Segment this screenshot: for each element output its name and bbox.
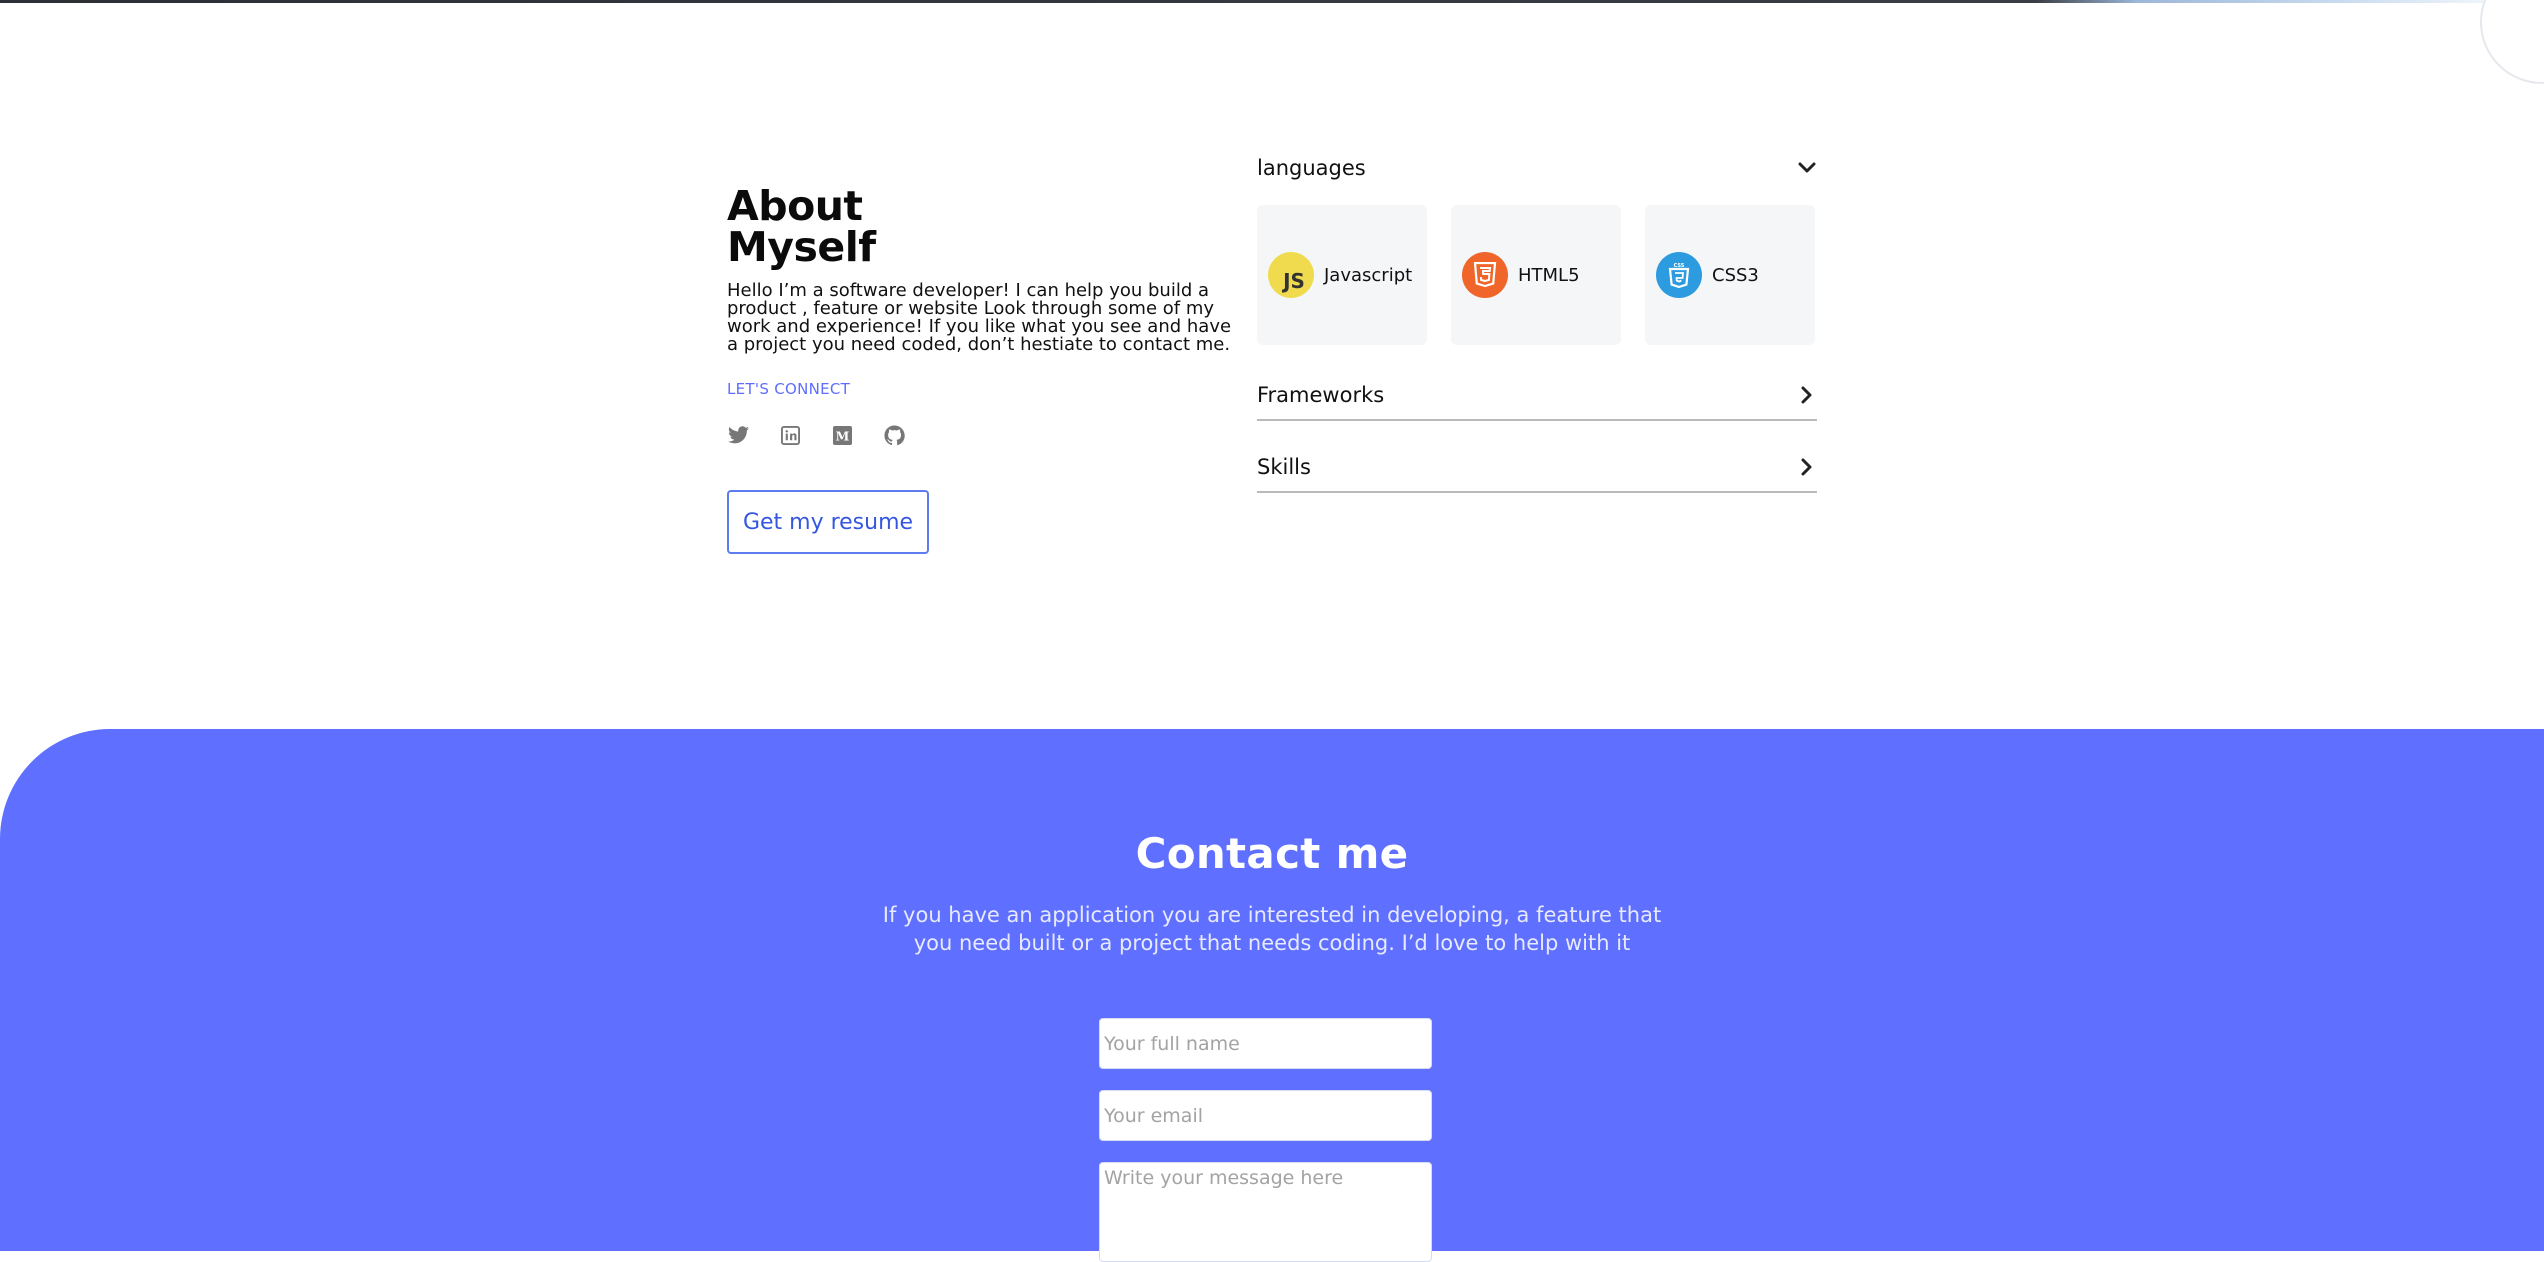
- lets-connect-label: LET'S CONNECT: [727, 380, 851, 398]
- corner-decoration: [2480, 0, 2544, 84]
- chevron-down-icon: [1797, 158, 1817, 178]
- about-title-line2: Myself: [727, 223, 876, 271]
- contact-title: Contact me: [1135, 829, 1409, 878]
- contact-subtitle: If you have an application you are inter…: [882, 903, 1662, 955]
- html5-icon: [1462, 252, 1508, 298]
- social-links: M: [727, 424, 1242, 446]
- language-card-css3: CSS CSS3: [1645, 205, 1815, 345]
- github-icon[interactable]: [883, 424, 905, 446]
- language-card-html5: HTML5: [1451, 205, 1621, 345]
- get-resume-button[interactable]: Get my resume: [727, 490, 929, 554]
- about-title-line1: About: [727, 182, 863, 230]
- accordion-header-skills[interactable]: Skills: [1257, 443, 1817, 493]
- email-input[interactable]: [1099, 1090, 1432, 1141]
- javascript-icon: JS: [1268, 252, 1314, 298]
- chevron-right-icon: [1797, 385, 1817, 405]
- language-name: CSS3: [1712, 264, 1759, 286]
- svg-text:M: M: [835, 428, 849, 443]
- accordion-label-skills: Skills: [1257, 455, 1311, 479]
- languages-list: JS Javascript HTML5 CSS CSS3: [1257, 205, 1817, 345]
- accordion-header-frameworks[interactable]: Frameworks: [1257, 371, 1817, 421]
- linkedin-icon[interactable]: [779, 424, 801, 446]
- skills-accordion: languages JS Javascript HTML5 CSS CSS3 F…: [1257, 150, 1817, 493]
- accordion-label-languages: languages: [1257, 156, 1366, 180]
- language-name: Javascript: [1324, 264, 1413, 286]
- chevron-right-icon: [1797, 457, 1817, 477]
- css3-icon: CSS: [1656, 252, 1702, 298]
- full-name-input[interactable]: [1099, 1018, 1432, 1069]
- contact-section: Contact me If you have an application yo…: [0, 729, 2544, 1262]
- about-section: About Myself Hello I’m a software develo…: [727, 186, 1242, 554]
- accordion-header-languages[interactable]: languages: [1257, 150, 1817, 186]
- about-title: About Myself: [727, 186, 1242, 268]
- language-card-javascript: JS Javascript: [1257, 205, 1427, 345]
- medium-icon[interactable]: M: [831, 424, 853, 446]
- about-description: Hello I’m a software developer! I can he…: [727, 280, 1232, 355]
- twitter-icon[interactable]: [727, 424, 749, 446]
- svg-text:JS: JS: [1281, 269, 1305, 293]
- accordion-label-frameworks: Frameworks: [1257, 383, 1385, 407]
- language-name: HTML5: [1518, 264, 1580, 286]
- top-border-line: [0, 0, 2544, 3]
- message-textarea[interactable]: [1099, 1162, 1432, 1262]
